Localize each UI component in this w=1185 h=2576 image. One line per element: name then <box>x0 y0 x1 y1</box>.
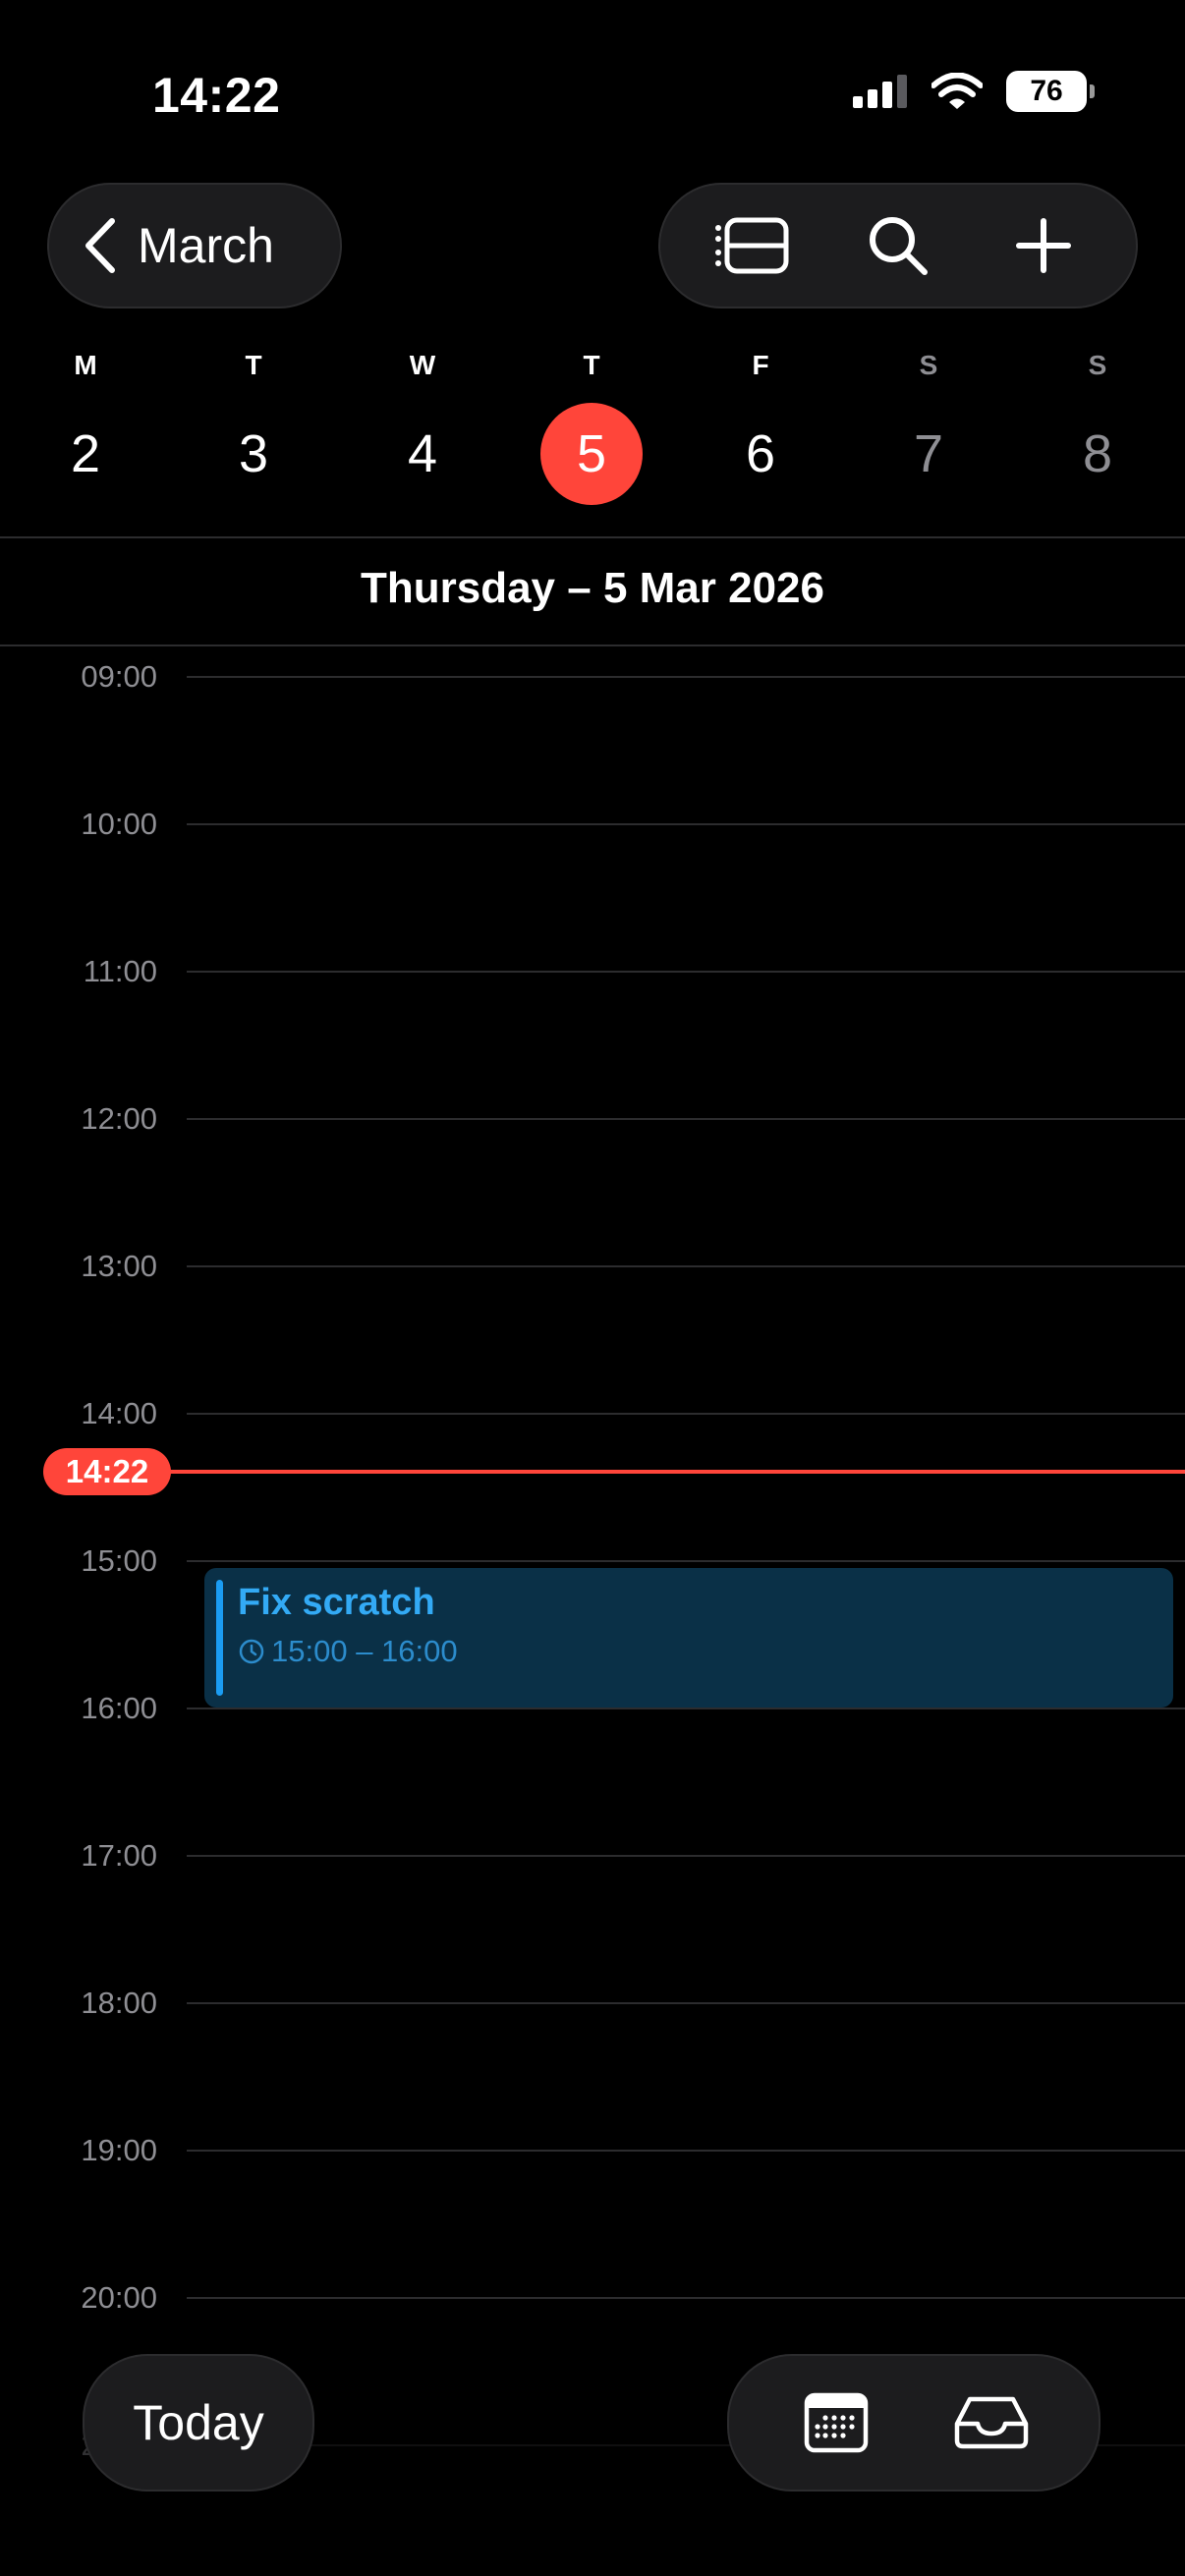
hour-line <box>187 1265 1185 1267</box>
divider <box>0 644 1185 646</box>
day-of-week: T <box>583 350 600 380</box>
hour-label: 20:00 <box>81 2280 157 2315</box>
selected-date-title: Thursday – 5 Mar 2026 <box>360 564 824 612</box>
hour-row: 20:00 <box>0 2278 1185 2318</box>
hour-row: 17:00 <box>0 1836 1185 1876</box>
clock-icon <box>239 1639 264 1664</box>
hour-label: 12:00 <box>81 1101 157 1136</box>
status-icons: 76 <box>853 71 1095 112</box>
today-label: Today <box>133 2395 264 2450</box>
day-of-week: M <box>74 350 97 380</box>
plus-icon <box>1016 218 1071 273</box>
hour-label: 19:00 <box>81 2133 157 2167</box>
cellular-signal-icon <box>853 75 907 108</box>
hour-row: 12:00 <box>0 1099 1185 1139</box>
hour-line <box>187 676 1185 678</box>
day-number: 8 <box>1082 424 1113 483</box>
event-color-bar <box>216 1580 223 1696</box>
inbox-button[interactable] <box>937 2369 1045 2477</box>
hour-label: 16:00 <box>81 1691 157 1725</box>
inbox-tray-icon <box>954 2396 1029 2449</box>
chevron-left-icon <box>85 218 115 273</box>
list-view-icon <box>715 217 789 274</box>
hour-row: 13:00 <box>0 1247 1185 1286</box>
bottom-toolbar <box>727 2354 1100 2492</box>
list-view-button[interactable] <box>704 196 802 295</box>
day-cell[interactable]: F 6 <box>706 346 815 505</box>
day-cell[interactable]: T 3 <box>199 346 308 505</box>
hour-line <box>187 2002 1185 2004</box>
hour-label: 11:00 <box>83 954 157 988</box>
hour-label: 17:00 <box>81 1838 157 1873</box>
hour-line <box>187 1413 1185 1415</box>
day-number: 3 <box>238 424 269 483</box>
day-cell[interactable]: S 7 <box>875 346 983 505</box>
day-number: 2 <box>70 424 101 483</box>
event-block[interactable]: Fix scratch 15:00 – 16:00 <box>204 1568 1173 1708</box>
hour-line <box>187 971 1185 973</box>
day-cell[interactable]: W 4 <box>368 346 477 505</box>
hour-row: 14:00 <box>0 1394 1185 1433</box>
header-toolbar <box>658 183 1138 308</box>
hour-line <box>187 1855 1185 1857</box>
battery-level: 76 <box>1030 75 1063 107</box>
day-of-week: S <box>1088 350 1107 380</box>
day-of-week: S <box>919 350 938 380</box>
calendars-button[interactable] <box>782 2369 890 2477</box>
search-button[interactable] <box>849 196 947 295</box>
event-time: 15:00 – 16:00 <box>238 1634 1173 1669</box>
hour-row: 09:00 <box>0 657 1185 697</box>
day-of-week: T <box>245 350 262 380</box>
event-time-range: 15:00 – 16:00 <box>271 1634 458 1668</box>
hour-label: 09:00 <box>81 659 157 694</box>
hour-label: 15:00 <box>81 1543 157 1578</box>
day-number: 6 <box>745 424 776 483</box>
hour-line <box>187 823 1185 825</box>
battery-icon: 76 <box>1006 71 1095 112</box>
hour-row: 11:00 <box>0 952 1185 991</box>
hour-label: 10:00 <box>81 807 157 841</box>
back-to-month-button[interactable]: March <box>47 183 342 308</box>
current-time-line <box>165 1470 1185 1474</box>
wifi-icon <box>931 73 983 109</box>
add-event-button[interactable] <box>994 196 1093 295</box>
current-time-badge: 14:22 <box>43 1448 171 1495</box>
hour-line <box>187 2150 1185 2152</box>
back-label: March <box>138 218 274 273</box>
hour-line <box>187 1708 1185 1709</box>
hour-label: 13:00 <box>81 1249 157 1283</box>
search-icon <box>870 217 928 275</box>
hour-row: 10:00 <box>0 805 1185 844</box>
day-cell-selected[interactable]: T 5 <box>537 346 646 505</box>
day-cell[interactable]: S 8 <box>1044 346 1152 505</box>
hour-row: 18:00 <box>0 1984 1185 2023</box>
today-button[interactable]: Today <box>83 2354 314 2492</box>
day-cell[interactable]: M 2 <box>31 346 140 505</box>
current-time-indicator: 14:22 <box>0 1448 1185 1495</box>
hour-label: 18:00 <box>81 1986 157 2020</box>
week-strip: M 2 T 3 W 4 T 5 F 6 S 7 S 8 <box>0 346 1185 523</box>
day-of-week: W <box>409 350 436 380</box>
status-time: 14:22 <box>152 68 281 123</box>
day-number: 5 <box>540 403 643 505</box>
day-of-week: F <box>752 350 769 380</box>
hour-line <box>187 1560 1185 1562</box>
hour-label: 14:00 <box>81 1396 157 1430</box>
calendar-grid-icon <box>804 2392 869 2453</box>
hour-line <box>187 2297 1185 2299</box>
hour-row: 19:00 <box>0 2131 1185 2170</box>
hour-line <box>187 1118 1185 1120</box>
event-title: Fix scratch <box>238 1582 435 1623</box>
divider <box>0 536 1185 538</box>
day-number: 7 <box>913 424 944 483</box>
day-number: 4 <box>407 424 438 483</box>
